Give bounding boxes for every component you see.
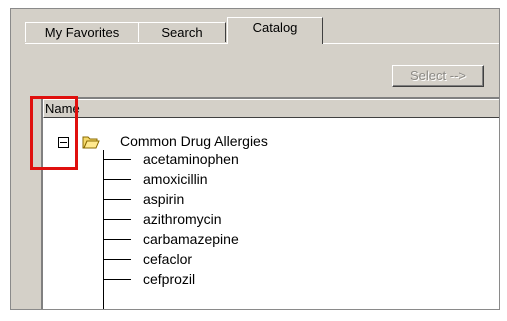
open-folder-icon <box>82 136 100 149</box>
tab-catalog[interactable]: Catalog <box>227 17 323 44</box>
catalog-tree[interactable]: Name Common Drug Allergies acetaminophen… <box>41 97 499 309</box>
tree-branch-line <box>103 159 131 160</box>
column-header-name[interactable]: Name <box>43 99 499 118</box>
tree-branch-line <box>103 219 131 220</box>
tree-branch-line <box>103 239 131 240</box>
tree-branch-line <box>103 279 131 280</box>
catalog-panel: My Favorites Search Catalog Select --> N… <box>10 8 500 310</box>
tree-branch-line <box>103 199 131 200</box>
annotation-highlight-box <box>30 96 78 170</box>
tree-item[interactable]: amoxicillin <box>143 170 208 188</box>
tree-connector <box>103 150 104 309</box>
tree-branch-line <box>103 179 131 180</box>
select-button[interactable]: Select --> <box>392 65 484 87</box>
tree-item[interactable]: azithromycin <box>143 210 222 228</box>
tree-item[interactable]: acetaminophen <box>143 150 239 168</box>
tab-search[interactable]: Search <box>138 22 226 42</box>
tab-my-favorites[interactable]: My Favorites <box>25 22 139 42</box>
tree-item[interactable]: cefprozil <box>143 270 195 288</box>
tree-item[interactable]: carbamazepine <box>143 230 239 248</box>
tree-item[interactable]: aspirin <box>143 190 184 208</box>
tree-branch-line <box>103 259 131 260</box>
tree-root-label[interactable]: Common Drug Allergies <box>120 132 268 150</box>
tree-item[interactable]: cefaclor <box>143 250 192 268</box>
